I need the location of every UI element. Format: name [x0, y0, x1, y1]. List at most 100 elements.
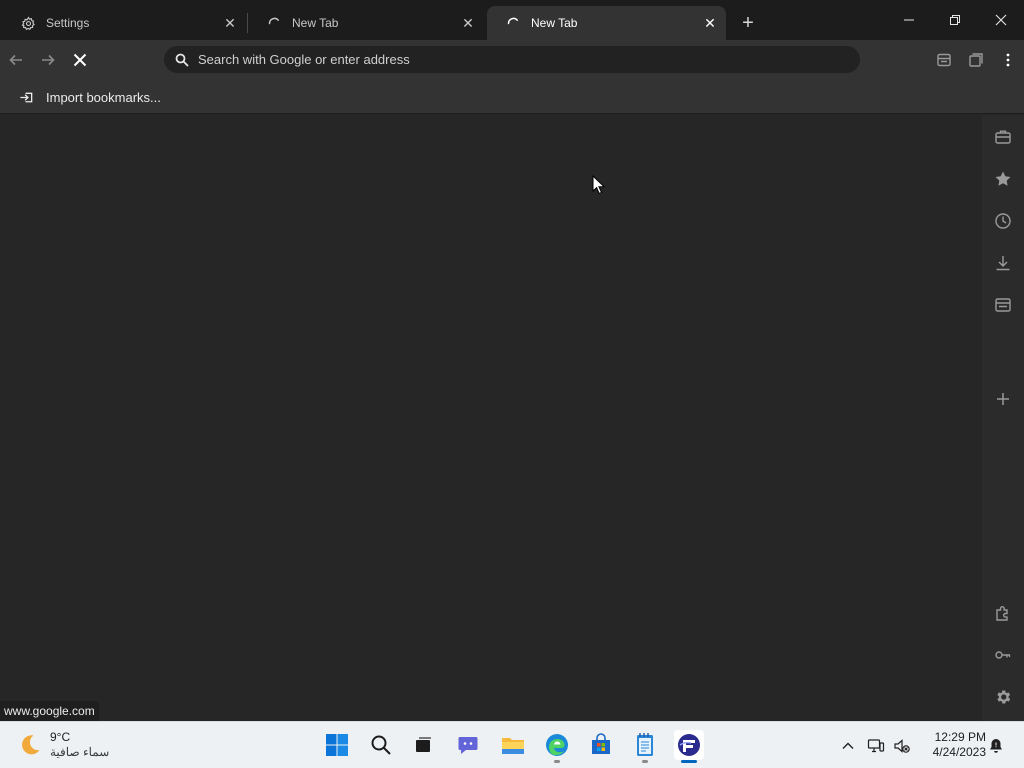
- sidebar-passwords-button[interactable]: [993, 645, 1013, 665]
- weather-temperature: 9°C: [50, 730, 71, 744]
- tab-actions-button[interactable]: [932, 48, 956, 72]
- sidebar-extensions-button[interactable]: [993, 603, 1013, 623]
- taskbar: 9°C سماء صافية 12:29 PM 4/24/2023: [0, 721, 1024, 768]
- stop-loading-button[interactable]: [68, 48, 92, 72]
- close-tab-icon[interactable]: ✕: [222, 15, 238, 31]
- stop-loading-icon: [73, 53, 87, 67]
- browser-app-button[interactable]: [674, 730, 704, 763]
- notepad-icon: [637, 733, 653, 756]
- bookmarks-bar: Import bookmarks...: [0, 80, 1024, 114]
- address-bar[interactable]: [164, 46, 860, 73]
- import-icon: [18, 89, 34, 105]
- history-icon: [995, 213, 1011, 229]
- new-tab-button[interactable]: +: [736, 12, 760, 34]
- app-running-indicator: [554, 760, 560, 763]
- volume-button[interactable]: [892, 736, 912, 756]
- star-icon: [995, 171, 1011, 186]
- key-icon: [995, 651, 1011, 659]
- network-status-button[interactable]: [866, 736, 886, 756]
- loading-spinner-icon: [266, 15, 282, 31]
- address-input[interactable]: [198, 52, 838, 67]
- tab-actions-icon: [937, 53, 951, 67]
- settings-gear-icon: [997, 690, 1011, 704]
- sidebar-history-button[interactable]: [993, 211, 1013, 231]
- tab-new-tab-active[interactable]: New Tab ✕: [487, 6, 726, 40]
- moon-icon: [22, 735, 40, 755]
- search-icon: [371, 735, 391, 755]
- notifications-button[interactable]: [986, 736, 1006, 756]
- sidebar-downloads-button[interactable]: [993, 253, 1013, 273]
- collections-icon: [969, 53, 983, 67]
- import-bookmarks-label: Import bookmarks...: [46, 89, 161, 105]
- notification-bell-icon: [990, 739, 1002, 753]
- restore-icon: [950, 15, 960, 25]
- forward-button[interactable]: [36, 48, 60, 72]
- windows-start-icon: [326, 734, 348, 756]
- sidebar-tools-button[interactable]: [993, 127, 1013, 147]
- minimize-button[interactable]: [894, 8, 924, 32]
- clock[interactable]: 12:29 PM 4/24/2023: [922, 730, 986, 760]
- chat-icon: [458, 737, 478, 754]
- edge-icon: [546, 734, 568, 756]
- close-tab-icon[interactable]: ✕: [460, 15, 476, 31]
- clock-time: 12:29 PM: [934, 730, 986, 744]
- close-window-button[interactable]: [986, 8, 1016, 32]
- plus-icon: [997, 393, 1009, 405]
- sidebar-wallet-button[interactable]: [993, 295, 1013, 315]
- edge-button[interactable]: [542, 730, 572, 763]
- app-running-indicator: [681, 760, 697, 763]
- loading-spinner-icon: [505, 15, 521, 31]
- more-menu-button[interactable]: [996, 48, 1020, 72]
- chat-button[interactable]: [453, 730, 483, 760]
- store-button[interactable]: [586, 730, 616, 760]
- gear-icon: [20, 15, 36, 31]
- arrow-left-icon: [9, 54, 22, 66]
- page-content: [0, 115, 982, 721]
- more-menu-icon: [1006, 53, 1010, 67]
- taskbar-search-button[interactable]: [366, 730, 396, 760]
- close-icon: [995, 14, 1007, 26]
- start-button[interactable]: [322, 730, 352, 760]
- browser-app-icon: [678, 734, 700, 756]
- speaker-muted-icon: [894, 739, 910, 753]
- tab-settings[interactable]: Settings ✕: [2, 6, 246, 40]
- tab-title: Settings: [46, 16, 90, 30]
- sidebar: [982, 115, 1024, 721]
- close-tab-icon[interactable]: ✕: [702, 15, 718, 31]
- plus-icon: +: [742, 12, 754, 34]
- network-icon: [867, 739, 885, 753]
- search-icon: [174, 52, 190, 68]
- file-explorer-icon: [502, 738, 524, 754]
- weather-widget[interactable]: 9°C سماء صافية: [18, 730, 109, 760]
- import-bookmarks-button[interactable]: Import bookmarks...: [18, 87, 161, 107]
- tab-strip: Settings ✕ New Tab ✕ New Tab ✕ +: [0, 0, 1024, 40]
- store-icon: [592, 733, 610, 754]
- clock-date: 4/24/2023: [932, 745, 986, 759]
- minimize-icon: [904, 19, 914, 21]
- task-view-icon: [416, 737, 431, 752]
- tab-new-tab[interactable]: New Tab ✕: [248, 6, 484, 40]
- sidebar-settings-button[interactable]: [993, 687, 1013, 707]
- arrow-right-icon: [42, 54, 55, 66]
- briefcase-icon: [995, 130, 1011, 144]
- collections-button[interactable]: [964, 48, 988, 72]
- wallet-icon: [995, 298, 1011, 312]
- extensions-icon: [996, 606, 1008, 621]
- back-button[interactable]: [4, 48, 28, 72]
- tab-title: New Tab: [531, 16, 578, 30]
- notepad-button[interactable]: [630, 730, 660, 763]
- file-explorer-button[interactable]: [498, 730, 528, 760]
- status-url: www.google.com: [0, 701, 99, 721]
- show-hidden-icons-button[interactable]: [838, 736, 858, 756]
- task-view-button[interactable]: [408, 730, 438, 760]
- sidebar-favorites-button[interactable]: [993, 169, 1013, 189]
- download-icon: [996, 256, 1010, 271]
- tab-title: New Tab: [292, 16, 339, 30]
- sidebar-add-button[interactable]: [993, 389, 1013, 409]
- app-running-indicator: [642, 760, 648, 763]
- chevron-up-icon: [842, 742, 854, 749]
- toolbar: [0, 40, 1024, 80]
- restore-button[interactable]: [940, 8, 970, 32]
- mouse-cursor-icon: [592, 175, 606, 195]
- weather-condition: سماء صافية: [50, 745, 110, 759]
